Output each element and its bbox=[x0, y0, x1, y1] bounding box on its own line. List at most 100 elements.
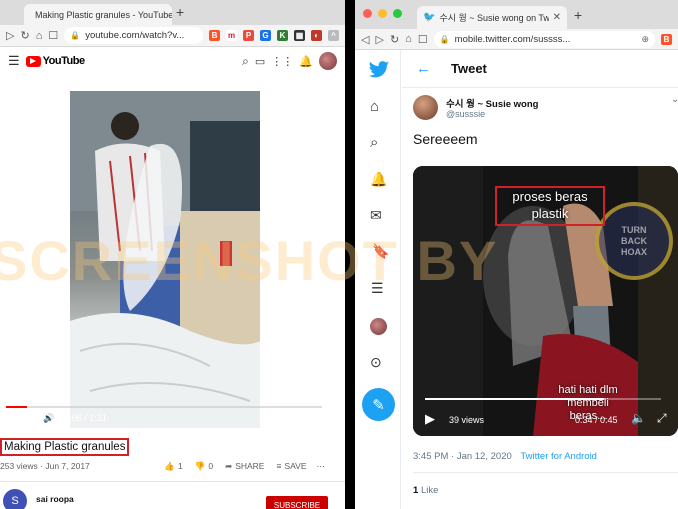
extension-translate-icon[interactable]: G bbox=[260, 30, 271, 41]
profile-avatar[interactable] bbox=[370, 318, 387, 335]
tab-strip: Making Plastic granules - YouTube ✕ + bbox=[0, 0, 345, 25]
bookmark-icon[interactable]: ☐ bbox=[48, 29, 58, 42]
author-handle[interactable]: @susssie bbox=[446, 109, 485, 119]
back-arrow-icon[interactable]: ← bbox=[416, 60, 431, 77]
reload-icon[interactable]: ↻ bbox=[20, 29, 29, 42]
play-icon[interactable]: ▶ bbox=[8, 413, 15, 424]
bookmark-icon[interactable]: ☐ bbox=[418, 33, 428, 46]
author-avatar[interactable] bbox=[413, 95, 438, 120]
new-tab-button[interactable]: + bbox=[176, 4, 184, 20]
twitter-tab-icon: 🐦 bbox=[423, 12, 436, 23]
save-label: SAVE bbox=[284, 461, 307, 471]
home-icon[interactable]: ⌂ bbox=[405, 33, 412, 45]
nav-bar: ▷ ↻ ⌂ ☐ 🔒 youtube.com/watch?v... B m P G… bbox=[0, 25, 345, 47]
like-count: 1 bbox=[413, 485, 419, 496]
settings-icon[interactable]: ⚙ bbox=[263, 413, 271, 424]
turn-back-hoax-badge: TURN BACK HOAX bbox=[595, 202, 673, 280]
tweet-source[interactable]: Twitter for Android bbox=[520, 451, 597, 462]
like-label: Like bbox=[420, 485, 439, 496]
maximize-window-icon[interactable] bbox=[393, 9, 402, 18]
volume-icon[interactable]: 🔊 bbox=[43, 413, 54, 424]
theater-icon[interactable]: ▭ bbox=[299, 413, 308, 424]
add-bookmark-icon[interactable]: ⊕ bbox=[641, 34, 649, 45]
share-label: SHARE bbox=[235, 461, 265, 471]
forward-icon[interactable]: ▷ bbox=[375, 33, 383, 46]
more-nav-icon[interactable]: ⊙ bbox=[370, 354, 382, 371]
brave-shield-icon[interactable]: B bbox=[661, 33, 672, 45]
avatar[interactable] bbox=[319, 52, 337, 70]
next-icon[interactable]: ⏭ bbox=[25, 413, 33, 424]
create-video-icon[interactable]: ▭ bbox=[255, 55, 265, 68]
youtube-logo-text: YouTube bbox=[42, 55, 85, 67]
compose-tweet-button[interactable]: ✎ bbox=[362, 388, 395, 421]
save-icon: ≡ bbox=[276, 461, 282, 471]
bookmarks-nav-icon[interactable]: 🔖 bbox=[372, 243, 389, 260]
fullscreen-icon[interactable]: ⤢ bbox=[657, 411, 667, 426]
subscribe-button[interactable]: SUBSCRIBE bbox=[266, 496, 328, 509]
address-bar[interactable]: 🔒 mobile.twitter.com/sussss... ⊕ bbox=[433, 30, 655, 48]
address-bar[interactable]: 🔒 youtube.com/watch?v... bbox=[64, 27, 203, 44]
extension-gray-icon[interactable]: ^ bbox=[328, 30, 339, 41]
video-progress-track[interactable] bbox=[6, 406, 322, 408]
fullscreen-icon[interactable]: ⛶ bbox=[318, 413, 324, 424]
notifications-icon[interactable]: 🔔 bbox=[299, 55, 313, 68]
close-tab-icon[interactable]: ✕ bbox=[549, 12, 561, 23]
extension-pdf-icon[interactable]: P bbox=[243, 30, 254, 41]
twitter-tab[interactable]: 🐦 수시 웡 ~ Susie wong on Twitter: "S ✕ bbox=[417, 6, 567, 29]
home-nav-icon[interactable]: ⌂ bbox=[370, 98, 379, 115]
channel-name[interactable]: sai roopa bbox=[36, 494, 74, 504]
save-button[interactable]: ≡ SAVE bbox=[276, 461, 306, 471]
extension-k-icon[interactable]: K bbox=[277, 30, 288, 41]
tab-title: Making Plastic granules - YouTube bbox=[35, 9, 172, 20]
video-progress-fill bbox=[425, 398, 605, 400]
thumbs-up-icon: 👍 bbox=[164, 460, 175, 471]
search-icon[interactable]: ⌕ bbox=[242, 54, 249, 69]
channel-avatar[interactable]: S bbox=[3, 489, 27, 509]
new-tab-button[interactable]: + bbox=[574, 7, 582, 23]
extension-grid-icon[interactable]: ▦ bbox=[294, 30, 305, 41]
dislike-button[interactable]: 👎 0 bbox=[195, 461, 213, 472]
miniplayer-icon[interactable]: ▣ bbox=[281, 413, 290, 424]
video-meta-divider bbox=[0, 481, 345, 482]
apps-icon[interactable]: ⋮⋮ bbox=[271, 55, 293, 68]
play-icon[interactable]: ▶ bbox=[425, 411, 435, 427]
reload-icon[interactable]: ↻ bbox=[390, 33, 399, 46]
notifications-nav-icon[interactable]: 🔔 bbox=[370, 171, 387, 188]
tweet-text: Sereeeem bbox=[413, 131, 478, 147]
youtube-logo-icon[interactable] bbox=[25, 55, 41, 67]
video-caption-top: proses beras plastik bbox=[495, 186, 605, 226]
home-icon[interactable]: ⌂ bbox=[36, 30, 43, 42]
volume-icon[interactable]: 🔈 bbox=[631, 411, 646, 425]
tweet-timestamp[interactable]: 3:45 PM · Jan 12, 2020 bbox=[413, 451, 512, 462]
share-button[interactable]: ➦ SHARE bbox=[225, 461, 264, 472]
video-progress-track[interactable] bbox=[425, 398, 661, 400]
more-actions-icon[interactable]: ⋯ bbox=[317, 461, 326, 472]
tweet-divider bbox=[413, 472, 678, 473]
twitter-sidebar: ⌂ ⌕ 🔔 ✉ 🔖 ☰ ⊙ ✎ bbox=[355, 50, 401, 509]
author-name[interactable]: 수시 웡 ~ Susie wong bbox=[446, 96, 538, 110]
nav-bar: ◁ ▷ ↻ ⌂ ☐ 🔒 mobile.twitter.com/sussss...… bbox=[355, 29, 678, 50]
lists-nav-icon[interactable]: ☰ bbox=[371, 280, 384, 297]
tweet-more-icon[interactable]: ⌄ bbox=[671, 94, 678, 105]
video-meta-row: 253 views · Jun 7, 2017 👍 1 👎 0 ➦ SHARE ≡ SA… bbox=[0, 459, 345, 473]
twitter-browser-window: 🐦 수시 웡 ~ Susie wong on Twitter: "S ✕ + ◁… bbox=[355, 0, 678, 509]
tweet-video[interactable]: TURN BACK HOAX proses beras plastik hati… bbox=[413, 166, 678, 436]
twitter-logo-icon[interactable] bbox=[368, 60, 390, 80]
messages-nav-icon[interactable]: ✉ bbox=[370, 207, 382, 224]
video-player[interactable]: ▶ ⏭ 🔊 0:06 / 1:31 ⚙ ▣ ▭ ⛶ bbox=[0, 75, 345, 428]
video-meta: 253 views · Jun 7, 2017 bbox=[0, 461, 90, 471]
menu-icon[interactable]: ☰ bbox=[8, 53, 20, 69]
extension-red-icon[interactable]: ◐ bbox=[311, 30, 322, 41]
minimize-window-icon[interactable] bbox=[378, 9, 387, 18]
subscribe-label: SUBSCRIBE bbox=[273, 500, 321, 509]
back-icon[interactable]: ◁ bbox=[361, 33, 369, 46]
extension-m-icon[interactable]: m bbox=[226, 30, 237, 41]
brave-shield-icon[interactable]: B bbox=[209, 30, 220, 41]
close-window-icon[interactable] bbox=[363, 9, 372, 18]
video-caption-top-text: proses beras plastik bbox=[512, 189, 588, 221]
youtube-tab[interactable]: Making Plastic granules - YouTube ✕ bbox=[24, 4, 172, 25]
explore-nav-icon[interactable]: ⌕ bbox=[370, 134, 378, 151]
tweet-likes-row[interactable]: 1 Like bbox=[413, 485, 438, 496]
forward-icon[interactable]: ▷ bbox=[6, 29, 14, 42]
like-button[interactable]: 👍 1 bbox=[164, 461, 182, 472]
